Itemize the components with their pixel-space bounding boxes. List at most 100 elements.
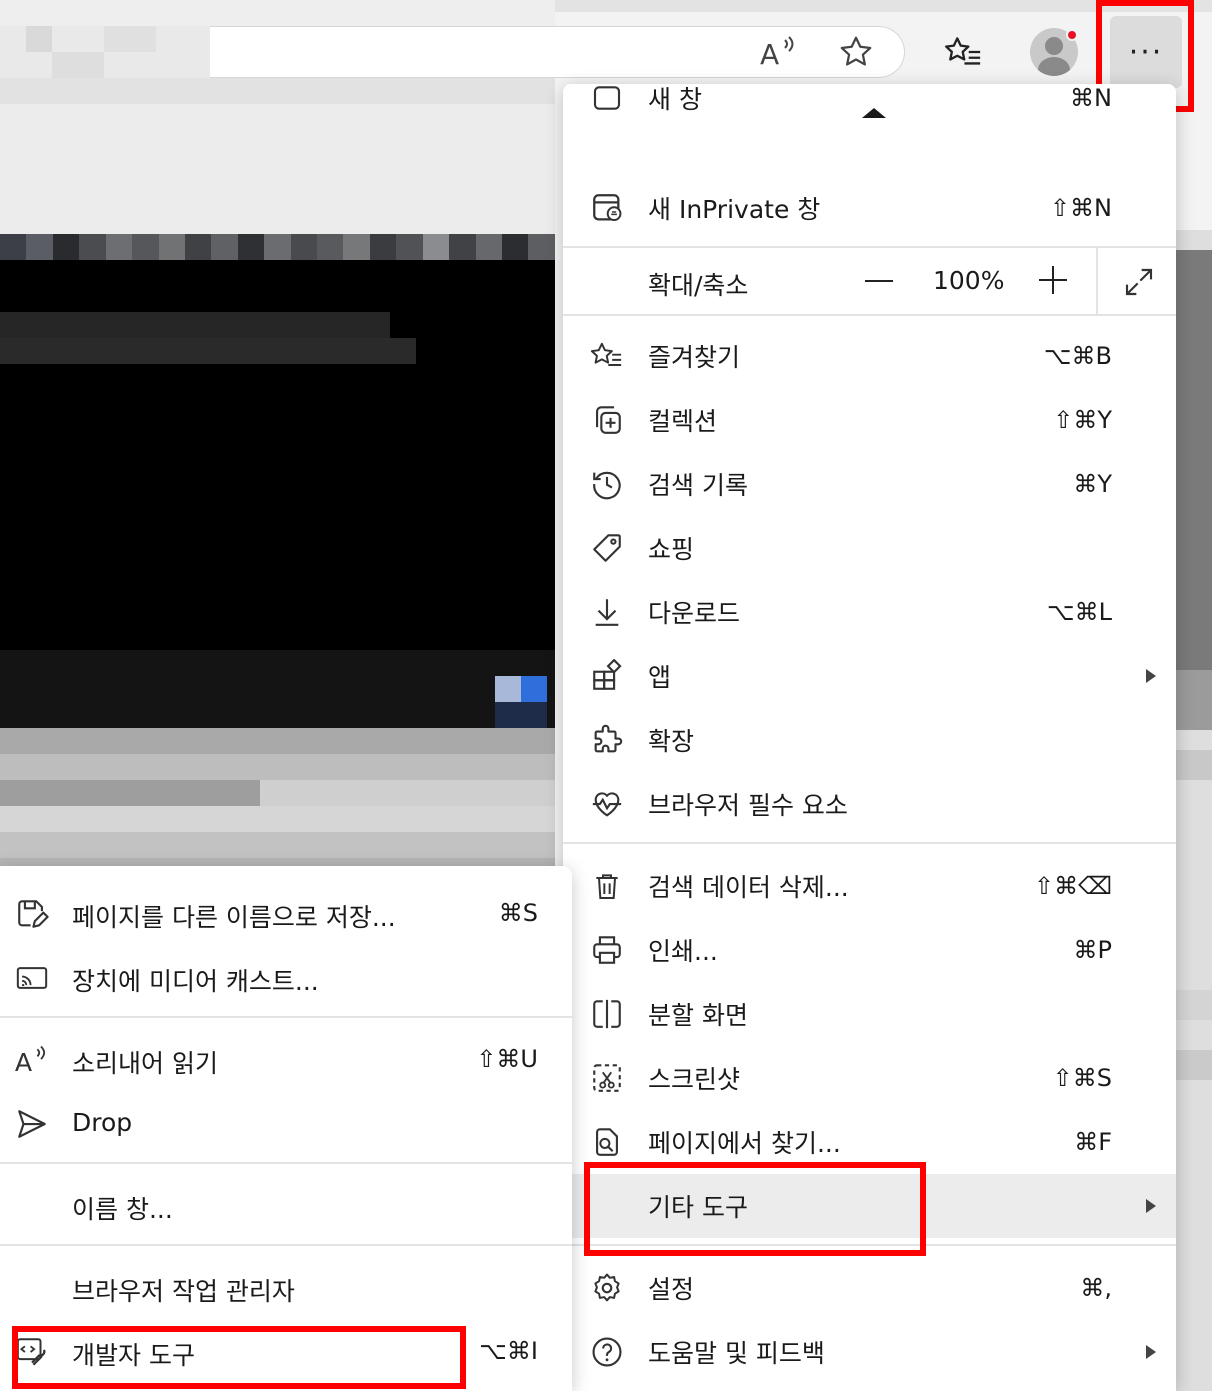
notification-dot bbox=[1066, 29, 1078, 41]
submenu-item-drop[interactable]: Drop bbox=[0, 1092, 572, 1156]
download-icon bbox=[589, 594, 625, 630]
window-icon bbox=[589, 84, 625, 116]
submenu-item-label: 장치에 미디어 캐스트... bbox=[72, 967, 319, 996]
history-icon bbox=[589, 466, 625, 502]
svg-text:A: A bbox=[760, 38, 779, 70]
puzzle-icon bbox=[589, 722, 625, 758]
menu-divider bbox=[563, 314, 1176, 316]
menu-item-shortcut: ⌥⌘L bbox=[1046, 598, 1112, 626]
submenu-divider bbox=[0, 1244, 572, 1246]
address-bar[interactable] bbox=[210, 26, 905, 78]
menu-item-label: 즐겨찾기 bbox=[648, 343, 741, 372]
menu-item-label: 기타 도구 bbox=[648, 1193, 748, 1222]
submenu-item-devtools[interactable]: 개발자 도구 ⌥⌘I bbox=[0, 1320, 572, 1384]
submenu-item-label: 소리내어 읽기 bbox=[72, 1049, 218, 1078]
fullscreen-icon[interactable] bbox=[1123, 266, 1155, 298]
menu-item-label: 인쇄... bbox=[648, 937, 718, 966]
zoom-out-button[interactable] bbox=[865, 280, 893, 282]
menu-item-label: 도움말 및 피드백 bbox=[648, 1339, 825, 1368]
menu-item-shortcut: ⇧⌘N bbox=[1049, 194, 1112, 222]
menu-item-browser-essentials[interactable]: 브라우저 필수 요소 bbox=[563, 772, 1176, 836]
submenu-item-label: Drop bbox=[72, 1108, 133, 1137]
more-tools-submenu: 페이지를 다른 이름으로 저장... ⌘S 장치에 미디어 캐스트... A 소… bbox=[0, 866, 572, 1391]
submenu-item-save-as[interactable]: 페이지를 다른 이름으로 저장... ⌘S bbox=[0, 882, 572, 946]
menu-item-screenshot[interactable]: 스크린샷 ⇧⌘S bbox=[563, 1046, 1176, 1110]
menu-item-favorites[interactable]: 즐겨찾기 ⌥⌘B bbox=[563, 324, 1176, 388]
submenu-item-shortcut: ⌘S bbox=[498, 899, 538, 927]
menu-item-collections[interactable]: 컬렉션 ⇧⌘Y bbox=[563, 388, 1176, 452]
submenu-item-read-aloud[interactable]: A 소리내어 읽기 ⇧⌘U bbox=[0, 1028, 572, 1092]
menu-item-extensions[interactable]: 확장 bbox=[563, 708, 1176, 772]
menu-item-apps[interactable]: 앱 bbox=[563, 644, 1176, 708]
zoom-value: 100% bbox=[933, 266, 1005, 295]
menu-item-print[interactable]: 인쇄... ⌘P bbox=[563, 918, 1176, 982]
help-icon bbox=[589, 1334, 625, 1370]
menu-item-shortcut: ⌘F bbox=[1074, 1128, 1112, 1156]
menu-item-help[interactable]: 도움말 및 피드백 bbox=[563, 1320, 1176, 1384]
split-screen-icon bbox=[589, 996, 625, 1032]
find-in-page-icon bbox=[589, 1124, 625, 1160]
zoom-label: 확대/축소 bbox=[648, 271, 749, 300]
favorites-icon bbox=[589, 338, 625, 374]
chevron-right-icon bbox=[1146, 1199, 1156, 1213]
trash-icon bbox=[589, 868, 625, 904]
menu-item-new-window[interactable]: 새 창 ⌘N bbox=[563, 84, 1176, 130]
menu-item-downloads[interactable]: 다운로드 ⌥⌘L bbox=[563, 580, 1176, 644]
read-aloud-icon[interactable]: A bbox=[756, 32, 800, 72]
bg-grey-section bbox=[0, 728, 555, 868]
submenu-divider bbox=[0, 1016, 572, 1018]
submenu-item-label: 개발자 도구 bbox=[72, 1341, 195, 1370]
menu-item-shortcut: ⇧⌘⌫ bbox=[1033, 872, 1112, 900]
submenu-item-label: 이름 창... bbox=[72, 1195, 173, 1224]
bg-dark-band bbox=[0, 650, 555, 728]
menu-item-label: 브라우저 필수 요소 bbox=[648, 791, 848, 820]
bg-pixel-row bbox=[0, 234, 555, 260]
bg-dark-section bbox=[0, 260, 555, 650]
submenu-item-cast[interactable]: 장치에 미디어 캐스트... bbox=[0, 946, 572, 1010]
bg-tab-bar bbox=[555, 0, 1212, 12]
send-icon bbox=[14, 1106, 50, 1142]
svg-text:A: A bbox=[15, 1048, 33, 1077]
menu-item-shortcut: ⌥⌘B bbox=[1043, 342, 1112, 370]
menu-item-shopping[interactable]: 쇼핑 bbox=[563, 516, 1176, 580]
chevron-right-icon bbox=[1146, 669, 1156, 683]
printer-icon bbox=[589, 932, 625, 968]
submenu-item-task-manager[interactable]: 브라우저 작업 관리자 bbox=[0, 1256, 572, 1320]
bg-url-left bbox=[0, 26, 210, 78]
star-icon[interactable] bbox=[834, 30, 878, 74]
screenshot-icon bbox=[589, 1060, 625, 1096]
menu-divider bbox=[563, 842, 1176, 844]
favorites-list-icon[interactable] bbox=[940, 30, 986, 74]
menu-item-label: 확장 bbox=[648, 727, 695, 756]
bg-right-edge bbox=[1176, 230, 1212, 1391]
menu-item-label: 앱 bbox=[648, 663, 672, 692]
menu-item-label: 검색 데이터 삭제... bbox=[648, 873, 849, 902]
menu-item-shortcut: ⌘N bbox=[1070, 84, 1112, 112]
submenu-item-shortcut: ⇧⌘U bbox=[476, 1045, 538, 1073]
menu-item-find-on-page[interactable]: 페이지에서 찾기... ⌘F bbox=[563, 1110, 1176, 1174]
submenu-item-shortcut: ⌥⌘I bbox=[479, 1337, 538, 1365]
more-menu-button[interactable]: ··· bbox=[1110, 16, 1182, 88]
menu-item-label: 새 창 bbox=[648, 85, 702, 114]
menu-item-settings[interactable]: 설정 ⌘, bbox=[563, 1256, 1176, 1320]
zoom-divider bbox=[1096, 248, 1098, 314]
menu-item-clear-data[interactable]: 검색 데이터 삭제... ⇧⌘⌫ bbox=[563, 854, 1176, 918]
menu-item-shortcut: ⌘P bbox=[1073, 936, 1112, 964]
submenu-item-label: 페이지를 다른 이름으로 저장... bbox=[72, 903, 396, 932]
menu-item-inprivate[interactable]: 새 InPrivate 창 ⇧⌘N bbox=[563, 176, 1176, 240]
menu-item-label: 페이지에서 찾기... bbox=[648, 1129, 841, 1158]
menu-item-history[interactable]: 검색 기록 ⌘Y bbox=[563, 452, 1176, 516]
inprivate-icon bbox=[589, 190, 625, 226]
gear-icon bbox=[589, 1270, 625, 1306]
bg-page-header bbox=[0, 78, 555, 234]
menu-item-shortcut: ⌘, bbox=[1080, 1274, 1112, 1302]
submenu-item-name-window[interactable]: 이름 창... bbox=[0, 1174, 572, 1238]
menu-item-more-tools[interactable]: 기타 도구 bbox=[563, 1174, 1176, 1238]
save-edit-icon bbox=[14, 896, 50, 932]
menu-item-label: 새 InPrivate 창 bbox=[648, 195, 821, 224]
menu-item-shortcut: ⌘Y bbox=[1073, 470, 1112, 498]
menu-item-label: 분할 화면 bbox=[648, 1001, 748, 1030]
settings-menu: 새 창 ⌘N 새 InPrivate 창 ⇧⌘N 확대/축소 100% 즐겨찾기… bbox=[563, 84, 1176, 1391]
zoom-in-button[interactable] bbox=[1039, 266, 1067, 294]
menu-item-split-screen[interactable]: 분할 화면 bbox=[563, 982, 1176, 1046]
